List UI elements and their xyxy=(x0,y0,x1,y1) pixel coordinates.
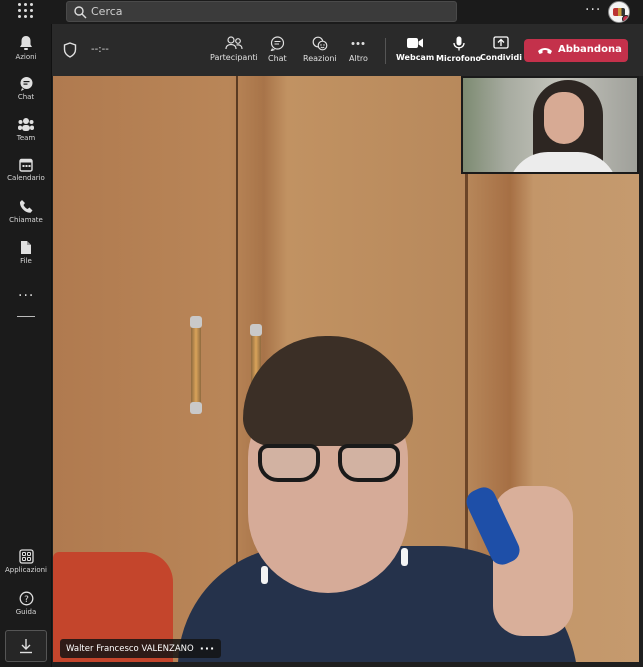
microphone-label: Microfono xyxy=(436,54,482,63)
share-screen-icon xyxy=(493,36,509,49)
person-hair xyxy=(243,336,413,446)
rail-item-label: Azioni xyxy=(15,53,37,61)
calendar-icon xyxy=(19,158,33,172)
bottom-strip xyxy=(53,662,643,667)
participant-name-tag: Walter Francesco VALENZANO ··· xyxy=(60,639,222,658)
search-placeholder: Cerca xyxy=(91,5,123,18)
leave-label: Abbandona xyxy=(558,44,622,55)
participants-button[interactable]: Partecipanti xyxy=(210,36,258,62)
top-bar: Cerca ··· xyxy=(0,0,643,24)
search-input[interactable]: Cerca xyxy=(66,1,457,22)
participant-more-icon[interactable]: ··· xyxy=(200,642,216,655)
chat-icon xyxy=(20,77,32,91)
toolbar-divider xyxy=(385,38,386,64)
camera-icon xyxy=(407,38,424,48)
rail-item-file[interactable]: File xyxy=(0,235,52,273)
bell-icon xyxy=(20,36,32,50)
left-rail: Azioni Chat Team Calendario Chiamate Fil… xyxy=(0,24,52,667)
rail-item-label: Applicazioni xyxy=(5,566,47,574)
rail-item-label: Calendario xyxy=(7,174,45,182)
share-button[interactable]: Condividi xyxy=(480,36,522,62)
rail-item-azioni[interactable]: Azioni xyxy=(0,30,52,68)
rail-item-label: Chiamate xyxy=(9,216,43,224)
rail-item-label: File xyxy=(20,257,32,265)
shield-icon[interactable] xyxy=(63,42,77,58)
rail-item-label: Chat xyxy=(17,93,35,101)
file-icon xyxy=(21,241,31,254)
more-label: Altro xyxy=(349,54,368,63)
webcam-button[interactable]: Webcam xyxy=(396,36,434,62)
avatar[interactable] xyxy=(608,1,630,23)
microphone-icon xyxy=(452,36,465,51)
rail-item-chat[interactable]: Chat xyxy=(0,71,52,109)
leave-button[interactable]: Abbandona xyxy=(524,39,628,62)
webcam-label: Webcam xyxy=(396,53,435,62)
call-toolbar: --:-- Partecipanti Chat Reazioni Altro W… xyxy=(52,24,643,76)
participants-icon xyxy=(225,36,243,50)
rail-divider xyxy=(17,316,35,317)
call-timer: --:-- xyxy=(91,44,109,55)
svg-text:?: ? xyxy=(24,595,29,605)
more-dots-icon xyxy=(351,42,365,45)
earbud xyxy=(401,548,408,566)
share-label: Condividi xyxy=(480,53,522,62)
participant-person xyxy=(148,336,578,662)
person-glasses xyxy=(258,444,406,484)
more-options-icon[interactable]: ··· xyxy=(585,2,601,18)
chat-bubble-icon xyxy=(270,36,284,51)
hang-up-icon xyxy=(538,48,552,54)
rail-item-applicazioni[interactable]: Applicazioni xyxy=(0,544,52,582)
self-view-face xyxy=(544,92,584,144)
status-dot-icon xyxy=(622,15,629,22)
more-button[interactable]: Altro xyxy=(349,36,368,63)
reactions-icon xyxy=(312,36,328,51)
search-icon xyxy=(74,6,87,19)
teams-call-window: Cerca ··· Azioni Chat Team Calendario Ch… xyxy=(0,0,643,667)
rail-item-team[interactable]: Team xyxy=(0,112,52,150)
download-icon xyxy=(20,639,32,654)
rail-more-icon[interactable]: ··· xyxy=(18,288,34,304)
self-view-video[interactable] xyxy=(461,76,639,174)
apps-icon xyxy=(18,549,34,564)
participants-label: Partecipanti xyxy=(210,53,258,62)
rail-item-guida[interactable]: ? Guida xyxy=(0,586,52,624)
rail-item-label: Guida xyxy=(15,608,37,616)
app-launcher-icon[interactable] xyxy=(18,3,34,19)
microphone-button[interactable]: Microfono xyxy=(436,36,481,63)
teams-icon xyxy=(18,118,34,131)
earbud xyxy=(261,566,268,584)
rail-item-calendario[interactable]: Calendario xyxy=(0,153,52,191)
rail-item-chiamate[interactable]: Chiamate xyxy=(0,194,52,232)
reactions-button[interactable]: Reazioni xyxy=(303,36,337,63)
chat-button[interactable]: Chat xyxy=(268,36,287,63)
participant-name: Walter Francesco VALENZANO xyxy=(66,643,194,654)
reactions-label: Reazioni xyxy=(303,54,337,63)
rail-item-label: Team xyxy=(16,134,36,142)
phone-icon xyxy=(19,200,33,213)
chat-label: Chat xyxy=(268,54,287,63)
download-button[interactable] xyxy=(5,630,47,662)
help-icon: ? xyxy=(19,591,33,606)
